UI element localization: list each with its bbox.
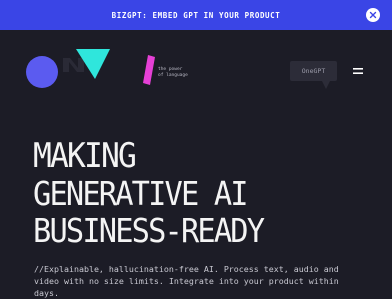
hero-line-1: MAKING [33, 136, 137, 176]
hamburger-menu-icon[interactable] [350, 63, 366, 79]
logo-bar [143, 55, 155, 85]
onegpt-button-tail [322, 81, 330, 89]
hero-heading: MAKING GENERATIVE AI BUSINESS-READY [33, 136, 383, 250]
banner-text[interactable]: BIZGPT: EMBED GPT IN YOUR PRODUCT [112, 11, 281, 20]
tagline: the power of language [158, 67, 188, 79]
logo-circle [26, 56, 58, 88]
onegpt-button[interactable]: OneGPT [290, 61, 337, 81]
close-glyph [369, 11, 377, 19]
tagline-line2: of language [158, 73, 188, 78]
onegpt-button-label: OneGPT [301, 67, 326, 75]
menu-glyph [353, 68, 363, 74]
logo-graphic [26, 49, 155, 88]
hero-line-2: GENERATIVE AI [33, 174, 249, 213]
site-logo[interactable] [26, 46, 176, 96]
announcement-banner[interactable]: BIZGPT: EMBED GPT IN YOUR PRODUCT [0, 0, 392, 30]
hero-line-3: BUSINESS-READY [33, 211, 265, 250]
logo-letter-mark [63, 58, 84, 72]
close-icon[interactable] [366, 8, 380, 22]
